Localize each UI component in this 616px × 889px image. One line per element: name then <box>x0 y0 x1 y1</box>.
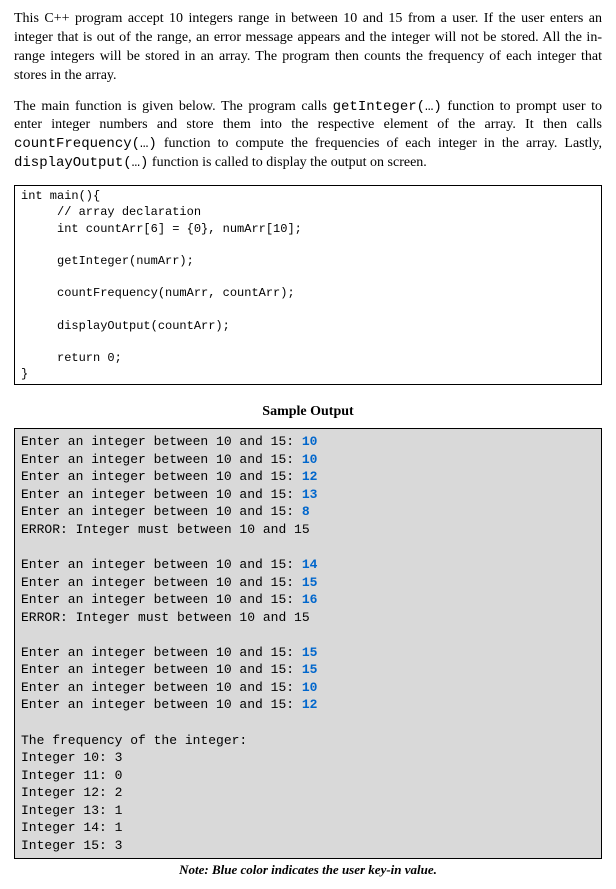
code-inline-displayoutput: displayOutput(…) <box>14 155 148 171</box>
p2-text-e: function to compute the frequencies of e… <box>157 136 602 151</box>
intro-paragraph-2: The main function is given below. The pr… <box>14 98 602 174</box>
sample-output-box: Enter an integer between 10 and 15: 10 E… <box>14 428 602 859</box>
note-text: Note: Blue color indicates the user key-… <box>14 861 602 879</box>
intro-paragraph-1: This C++ program accept 10 integers rang… <box>14 10 602 86</box>
code-inline-countfrequency: countFrequency(…) <box>14 136 157 152</box>
sample-output-heading: Sample Output <box>14 403 602 422</box>
code-inline-getinteger: getInteger(…) <box>333 99 442 115</box>
p2-text-a: The main function is given below. The pr… <box>14 99 333 114</box>
p2-text-g: function is called to display the output… <box>148 155 426 170</box>
main-function-code-box: int main(){ // array declaration int cou… <box>14 185 602 385</box>
